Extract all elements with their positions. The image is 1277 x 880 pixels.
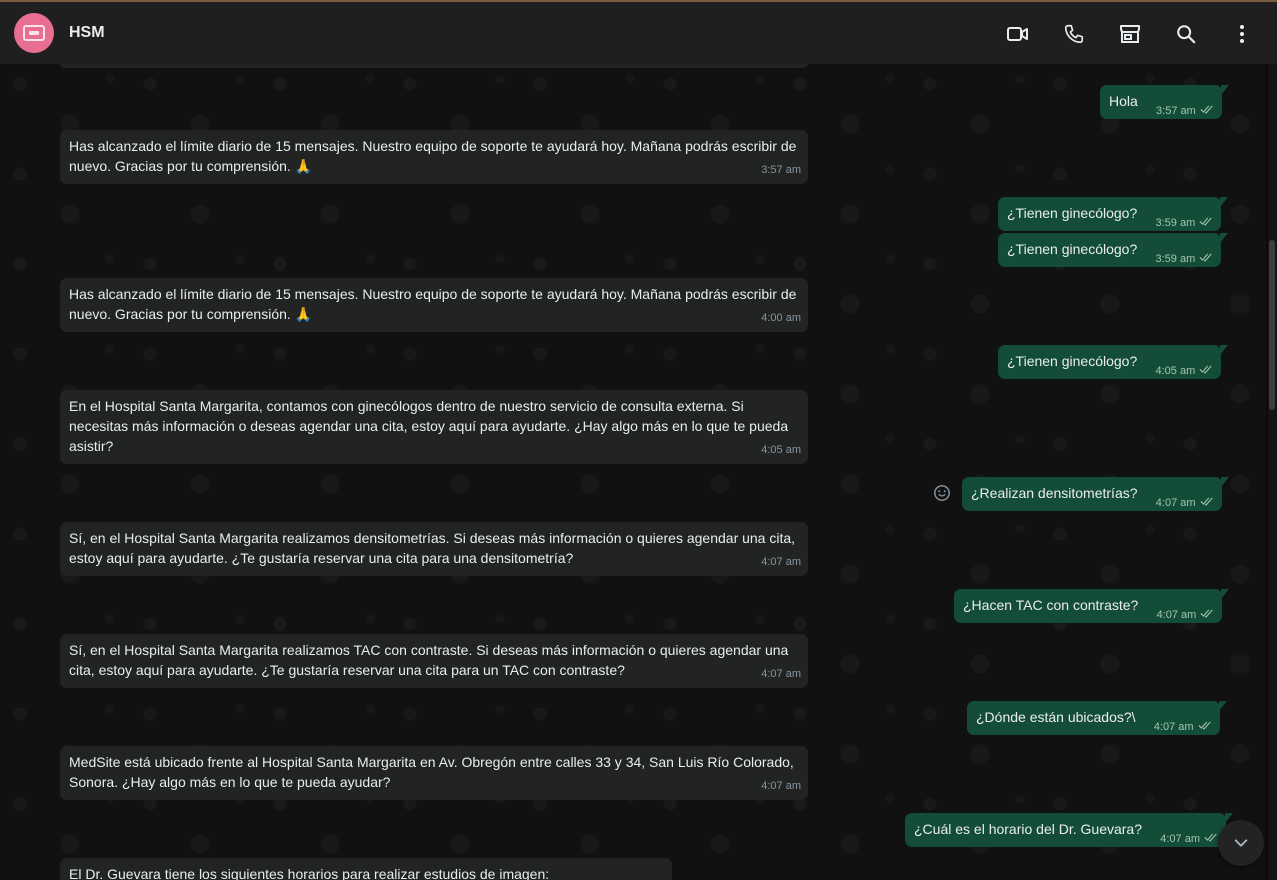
search-icon[interactable] xyxy=(1172,20,1200,48)
incoming-message[interactable]: El Dr. Guevara tiene los siguientes hora… xyxy=(60,858,672,880)
message-time: 4:07 am xyxy=(1156,493,1214,513)
read-receipt-icon xyxy=(1200,605,1214,625)
message-text: El Dr. Guevara tiene los siguientes hora… xyxy=(69,866,550,880)
chat-header: HSM xyxy=(0,0,1277,64)
outgoing-message[interactable]: Hola 3:57 am xyxy=(1100,85,1229,121)
message-time: 4:07 am xyxy=(761,556,801,568)
message-time: 4:07 am xyxy=(1154,717,1212,737)
message-text: Sí, en el Hospital Santa Margarita reali… xyxy=(69,530,796,566)
outgoing-message[interactable]: ¿Tienen ginecólogo? 4:05 am xyxy=(998,345,1229,381)
incoming-message[interactable]: Has alcanzado el límite diario de 15 men… xyxy=(60,278,808,332)
message-text: ¿Dónde están ubicados?\ xyxy=(976,709,1136,725)
chevron-down-icon xyxy=(1234,839,1248,847)
video-call-icon[interactable] xyxy=(1004,20,1032,48)
incoming-message[interactable]: En el Hospital Santa Margarita, contamos… xyxy=(60,390,808,464)
incoming-message[interactable]: Sí, en el Hospital Santa Margarita reali… xyxy=(60,634,808,688)
message-time: 3:57 am xyxy=(1156,101,1214,121)
message-time: 4:05 am xyxy=(761,444,801,456)
catalog-store-icon[interactable] xyxy=(1116,20,1144,48)
message-time: 3:59 am xyxy=(1156,249,1214,269)
message-text: ¿Cuál es el horario del Dr. Guevara? xyxy=(914,821,1142,837)
previous-message-edge xyxy=(60,64,808,68)
message-text: ¿Realizan densitometrías? xyxy=(971,485,1138,501)
chat-title[interactable]: HSM xyxy=(69,24,105,42)
outgoing-message[interactable]: ¿Tienen ginecólogo? 3:59 am xyxy=(998,233,1229,269)
message-time: 3:57 am xyxy=(761,164,801,176)
message-text: ¿Hacen TAC con contraste? xyxy=(963,597,1139,613)
message-time: 4:07 am xyxy=(761,780,801,792)
scroll-to-bottom-button[interactable] xyxy=(1218,820,1264,866)
scrollbar-thumb[interactable] xyxy=(1269,240,1275,410)
message-time: 4:07 am xyxy=(1160,829,1218,849)
message-text: MedSite está ubicado frente al Hospital … xyxy=(69,754,794,790)
message-text: Has alcanzado el límite diario de 15 men… xyxy=(69,138,797,174)
scrollbar-track[interactable] xyxy=(1268,64,1277,880)
message-text: ¿Tienen ginecólogo? xyxy=(1007,205,1138,221)
outgoing-message[interactable]: ¿Cuál es el horario del Dr. Guevara? 4:0… xyxy=(905,813,1233,849)
message-time: 3:59 am xyxy=(1156,213,1214,233)
read-receipt-icon xyxy=(1199,361,1213,381)
message-time: 4:07 am xyxy=(761,668,801,680)
message-text: Hola xyxy=(1109,93,1138,109)
incoming-message[interactable]: Sí, en el Hospital Santa Margarita reali… xyxy=(60,522,808,576)
read-receipt-icon xyxy=(1199,213,1213,233)
outgoing-message[interactable]: ¿Tienen ginecólogo? 3:59 am xyxy=(998,197,1229,233)
message-time: 4:07 am xyxy=(1157,605,1215,625)
read-receipt-icon xyxy=(1199,249,1213,269)
message-text: ¿Tienen ginecólogo? xyxy=(1007,353,1138,369)
read-receipt-icon xyxy=(1200,101,1214,121)
message-time: 4:05 am xyxy=(1156,361,1214,381)
outgoing-message[interactable]: ¿Realizan densitometrías? 4:07 am xyxy=(962,477,1229,513)
menu-icon[interactable] xyxy=(1228,20,1256,48)
avatar[interactable] xyxy=(14,13,54,53)
react-emoji-icon[interactable] xyxy=(931,482,953,504)
incoming-message[interactable]: Has alcanzado el límite diario de 15 men… xyxy=(60,130,808,184)
hospital-logo-icon xyxy=(23,25,45,41)
outgoing-message[interactable]: ¿Dónde están ubicados?\ 4:07 am xyxy=(967,701,1227,737)
read-receipt-icon xyxy=(1198,717,1212,737)
message-text: Has alcanzado el límite diario de 15 men… xyxy=(69,286,797,322)
voice-call-icon[interactable] xyxy=(1060,20,1088,48)
message-text: Sí, en el Hospital Santa Margarita reali… xyxy=(69,642,789,678)
message-text: En el Hospital Santa Margarita, contamos… xyxy=(69,398,789,454)
message-text: ¿Tienen ginecólogo? xyxy=(1007,241,1138,257)
read-receipt-icon xyxy=(1200,493,1214,513)
outgoing-message[interactable]: ¿Hacen TAC con contraste? 4:07 am xyxy=(954,589,1230,625)
message-time: 4:00 am xyxy=(761,312,801,324)
read-receipt-icon xyxy=(1204,829,1218,849)
incoming-message[interactable]: MedSite está ubicado frente al Hospital … xyxy=(60,746,808,800)
